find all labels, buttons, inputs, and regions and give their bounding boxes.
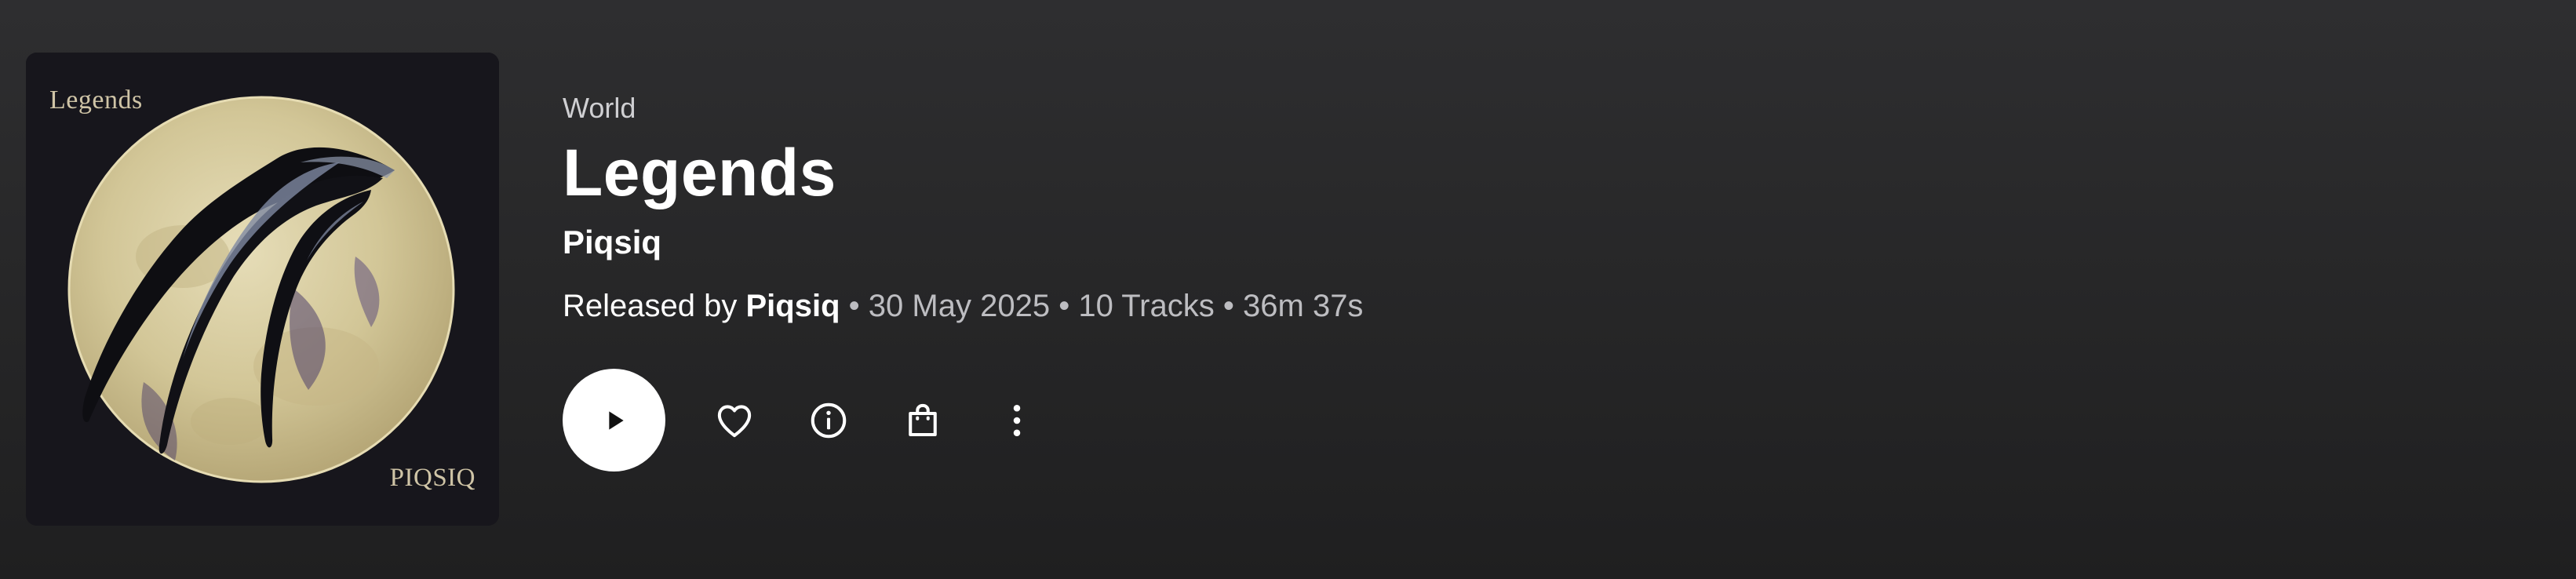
album-artwork [26,53,499,526]
meta-separator: • [1222,289,1234,323]
info-icon [811,402,847,438]
favorite-button[interactable] [711,397,758,444]
album-meta: Released by Piqsiq • 30 May 2025 • 10 Tr… [563,290,2446,322]
play-icon [608,410,624,430]
meta-separator: • [1058,289,1070,323]
track-count: 10 Tracks [1078,289,1215,323]
cover-artist-text: PIQSIQ [389,464,475,492]
released-by-artist-link[interactable]: Piqsiq [746,289,840,323]
play-button[interactable] [563,369,665,472]
cover-title-text: Legends [49,86,143,115]
album-duration: 36m 37s [1243,289,1364,323]
heart-icon [717,404,752,437]
meta-separator: • [848,289,860,323]
album-title: Legends [563,136,836,209]
release-date: 30 May 2025 [868,289,1051,323]
album-cover: Legends PIQSIQ [26,53,499,526]
info-button[interactable] [805,397,852,444]
released-by-label: Released by [563,289,738,323]
album-info: World Legends Piqsiq Released by Piqsiq … [563,94,2446,322]
album-artist-link[interactable]: Piqsiq [563,226,2446,259]
action-bar [563,369,1040,472]
album-header: Legends PIQSIQ World Legends Piqsiq Rele… [0,0,2576,579]
more-options-button[interactable] [993,397,1040,444]
more-vertical-icon [1013,404,1021,436]
album-genre[interactable]: World [563,94,2446,129]
shopping-bag-icon [909,403,937,436]
buy-button[interactable] [899,397,946,444]
